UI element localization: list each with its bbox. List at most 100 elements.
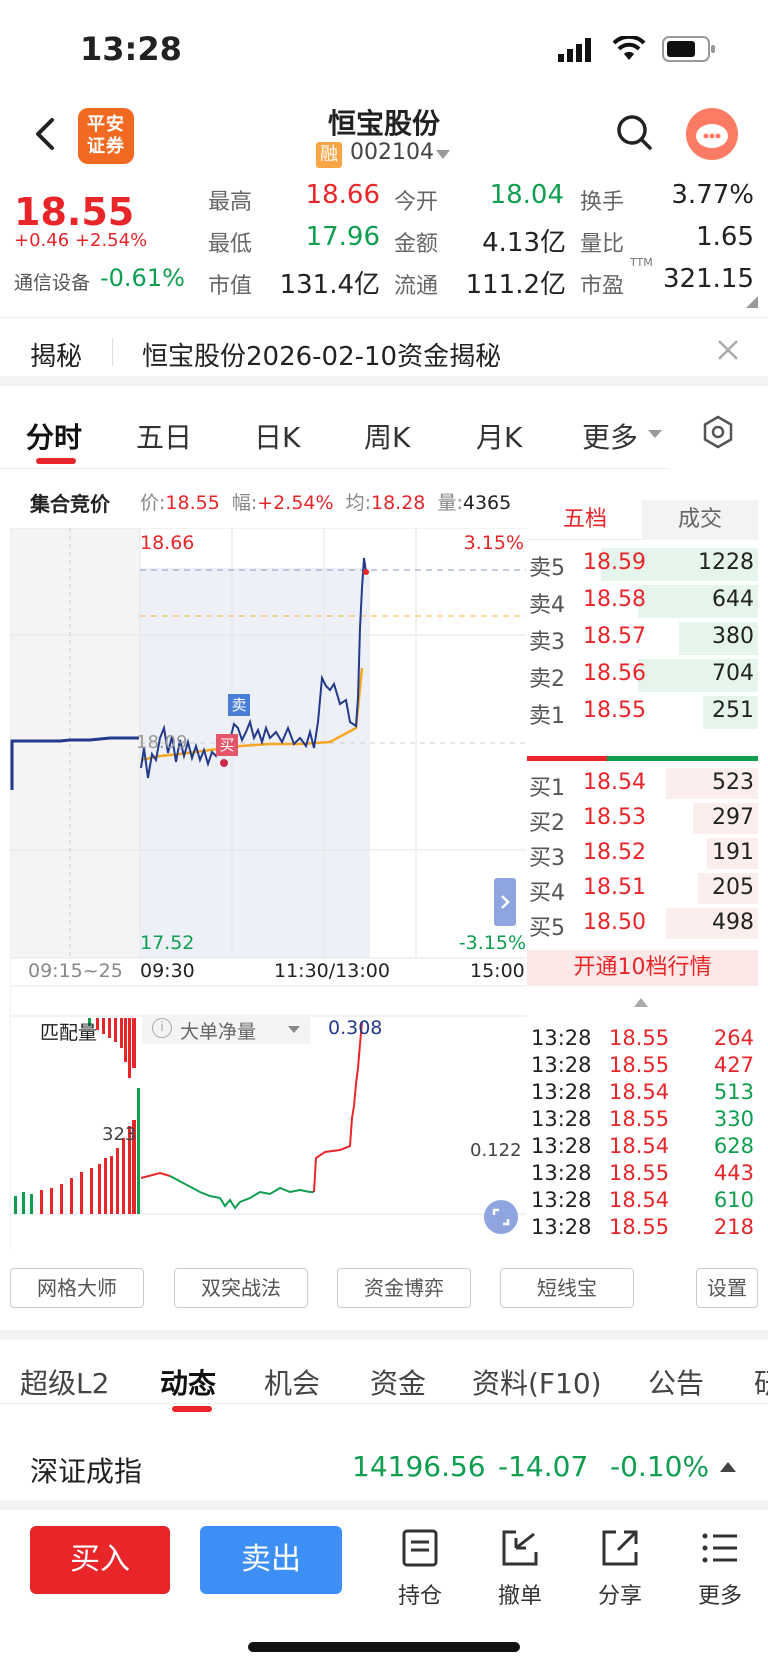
expand-corner-icon[interactable] — [746, 296, 758, 308]
sub-chart-right-value: 0.122 — [470, 1140, 522, 1161]
close-icon[interactable] — [716, 338, 740, 366]
tab-five-day[interactable]: 五日 — [136, 416, 192, 456]
tool-double-breakout[interactable]: 双突战法 — [174, 1268, 308, 1308]
bid-row[interactable]: 买2 18.53 297 — [527, 801, 758, 838]
back-icon[interactable] — [26, 114, 66, 154]
more-button[interactable]: 更多 — [690, 1528, 750, 1610]
ask-row[interactable]: 卖3 18.57 380 — [527, 620, 758, 657]
cancel-order-button[interactable]: 撤单 — [490, 1528, 550, 1610]
float-label: 流通 — [394, 274, 439, 299]
sell-marker[interactable]: 卖 — [228, 694, 250, 716]
tab-daily-k[interactable]: 日K — [254, 416, 300, 456]
settings-gear-icon[interactable] — [700, 414, 736, 454]
tab-weekly-k[interactable]: 周K — [364, 416, 410, 456]
tab-intraday[interactable]: 分时 — [26, 416, 82, 456]
reveal-tag: 揭秘 — [30, 342, 83, 372]
index-value: 14196.56 — [352, 1450, 486, 1483]
indicator-selector[interactable]: i 大单净量 — [142, 1014, 310, 1044]
tool-settings[interactable]: 设置 — [696, 1268, 758, 1308]
chevron-up-icon[interactable] — [634, 998, 648, 1007]
bid-row[interactable]: 买1 18.54 523 — [527, 766, 758, 803]
turnover-label: 换手 — [580, 190, 625, 215]
status-bar: 13:28 — [0, 0, 768, 100]
turnover-value: 3.77% — [671, 180, 754, 210]
match-bar-value: 323 — [102, 1124, 137, 1145]
chart-tabs: 分时 五日 日K 周K 月K 更多 — [0, 396, 768, 470]
home-indicator — [248, 1642, 520, 1652]
sell-button[interactable]: 卖出 — [200, 1526, 342, 1594]
tab-more[interactable]: 更多 — [582, 416, 638, 456]
bottom-bar: 买入 卖出 持仓 撤单 分享 更多 — [0, 1500, 768, 1663]
stock-code: 002104 — [350, 140, 434, 165]
tab-research[interactable]: 研 — [754, 1362, 768, 1402]
ask-row[interactable]: 卖2 18.56 704 — [527, 657, 758, 694]
auction-info: 价:18.55 幅:+2.54% 均:18.28 量:4365 — [140, 492, 512, 514]
match-volume-label: 匹配量 — [40, 1022, 98, 1044]
quote-panel: 18.55 +0.46 +2.54% 通信设备 -0.61% 最高 18.66 … — [0, 180, 768, 318]
tab-capital[interactable]: 资金 — [370, 1362, 426, 1402]
pe-label: 市盈 — [580, 274, 625, 299]
trade-tick-row: 13:28 18.55 443 — [531, 1161, 754, 1185]
ask-row[interactable]: 卖4 18.58 644 — [527, 583, 758, 620]
buy-button[interactable]: 买入 — [30, 1526, 170, 1594]
search-icon[interactable] — [614, 112, 654, 156]
tab-trades[interactable]: 成交 — [642, 500, 758, 540]
fullscreen-icon[interactable] — [484, 1200, 518, 1234]
bid-row[interactable]: 买3 18.52 191 — [527, 836, 758, 873]
upgrade-level10-button[interactable]: 开通10档行情 — [527, 950, 758, 986]
vol-ratio-label: 量比 — [580, 232, 625, 257]
time-mid: 11:30/13:00 — [274, 960, 390, 982]
holdings-icon — [402, 1529, 438, 1567]
tab-order-book[interactable]: 五档 — [528, 500, 642, 540]
ask-row[interactable]: 卖1 18.55 251 — [527, 694, 758, 731]
sector-pct: -0.61% — [100, 264, 185, 292]
stock-name: 恒宝股份 — [327, 107, 440, 140]
volume-bars — [14, 1018, 140, 1214]
trade-tick-row: 13:28 18.55 218 — [531, 1215, 754, 1239]
sector-name[interactable]: 通信设备 — [14, 268, 90, 295]
wifi-icon — [612, 34, 646, 66]
share-button[interactable]: 分享 — [590, 1528, 650, 1610]
tool-short-term[interactable]: 短线宝 — [500, 1268, 634, 1308]
margin-badge: 融 — [316, 142, 342, 168]
collapse-panel-icon[interactable] — [494, 878, 516, 926]
assistant-avatar-icon[interactable] — [686, 108, 738, 160]
reveal-banner[interactable]: 揭秘 恒宝股份2026-02-10资金揭秘 — [0, 318, 768, 386]
float-value: 111.2亿 — [465, 270, 566, 300]
chevron-up-icon[interactable] — [720, 1462, 736, 1472]
trade-tick-row: 13:28 18.55 264 — [531, 1026, 754, 1050]
trade-tick-row: 13:28 18.54 628 — [531, 1134, 754, 1158]
tab-f10[interactable]: 资料(F10) — [472, 1362, 602, 1402]
ratio-bar-buy — [527, 756, 607, 761]
ask-row[interactable]: 卖5 18.59 1228 — [527, 546, 758, 583]
holdings-button[interactable]: 持仓 — [390, 1528, 450, 1610]
share-icon — [602, 1530, 638, 1566]
chart-top-price: 18.66 — [140, 532, 195, 554]
mcap-value: 131.4亿 — [279, 270, 380, 300]
tool-grid-master[interactable]: 网格大师 — [10, 1268, 144, 1308]
active-tab-indicator — [36, 458, 76, 464]
bid-row[interactable]: 买5 18.50 498 — [527, 906, 758, 943]
tab-super-l2[interactable]: 超级L2 — [20, 1362, 109, 1402]
chart-mid-price: 18.09 — [136, 732, 188, 753]
chevron-down-icon[interactable] — [436, 150, 450, 159]
tab-monthly-k[interactable]: 月K — [476, 416, 522, 456]
nav-bar: 平安证券 恒宝股份 融 002104 — [0, 100, 768, 180]
buy-marker[interactable]: 买 — [216, 734, 238, 756]
tab-opportunity[interactable]: 机会 — [264, 1362, 320, 1402]
low-value: 17.96 — [305, 222, 380, 252]
bid-row[interactable]: 买4 18.51 205 — [527, 871, 758, 908]
time-close: 15:00 — [470, 960, 525, 982]
tab-news[interactable]: 动态 — [160, 1362, 216, 1402]
high-label: 最高 — [208, 190, 253, 215]
tool-capital-game[interactable]: 资金博弈 — [337, 1268, 471, 1308]
broker-logo: 平安证券 — [78, 108, 134, 164]
info-icon: i — [152, 1018, 172, 1038]
ratio-bar-sell — [607, 756, 758, 761]
intraday-chart[interactable] — [10, 528, 526, 1250]
chevron-down-icon — [288, 1026, 300, 1033]
index-ticker[interactable]: 深证成指 14196.56 -14.07 -0.10% — [0, 1434, 768, 1498]
tab-announcement[interactable]: 公告 — [648, 1362, 704, 1402]
chart-bottom-price: 17.52 — [140, 932, 195, 954]
cancel-order-icon — [502, 1530, 538, 1566]
